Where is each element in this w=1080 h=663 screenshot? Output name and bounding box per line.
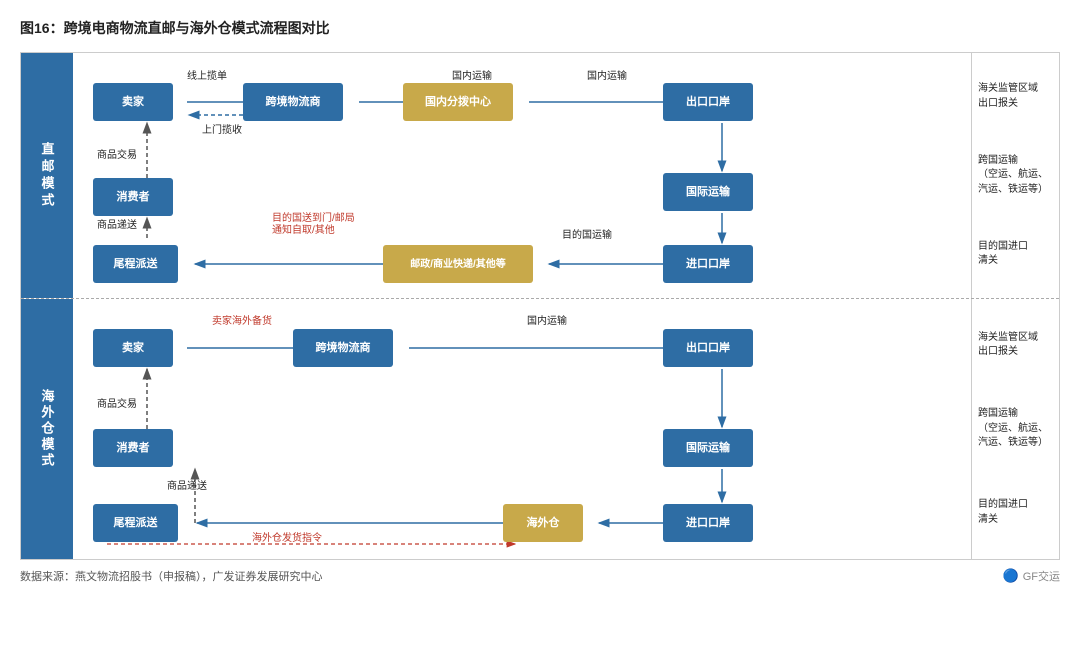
- box-import-port-2: 进口口岸: [663, 504, 753, 542]
- ann-dest-customs-1: 目的国进口 清关: [978, 240, 1053, 269]
- section-overseas-warehouse: 海外仓模式: [21, 299, 1059, 559]
- svg-text:通知自取/其他: 通知自取/其他: [272, 223, 335, 236]
- ann-dest-customs-2: 目的国进口 清关: [978, 498, 1053, 527]
- svg-text:上门揽收: 上门揽收: [202, 123, 242, 136]
- box-consumer-1: 消费者: [93, 178, 173, 216]
- box-seller-2: 卖家: [93, 329, 173, 367]
- box-overseas-warehouse: 海外仓: [503, 504, 583, 542]
- svg-text:商品交易: 商品交易: [97, 397, 137, 410]
- svg-text:商品递送: 商品递送: [167, 479, 207, 492]
- ann-cross-border-2: 跨国运输 （空运、航运、 汽运、铁运等）: [978, 407, 1053, 451]
- box-export-port-2: 出口口岸: [663, 329, 753, 367]
- watermark: 🔵 GF交运: [1003, 568, 1060, 584]
- data-source: 数据来源：燕文物流招股书（申报稿），广发证券发展研究中心: [20, 568, 323, 584]
- box-last-mile-1: 尾程派送: [93, 245, 178, 283]
- section-direct-mail: 直邮模式: [21, 53, 1059, 299]
- page-container: 图16：跨境电商物流直邮与海外仓模式流程图对比 直邮模式: [0, 0, 1080, 663]
- section2-content: 卖家海外备货 国内运输 商品交易 商品递送 海外仓发货指令 卖家 跨境物流商 出…: [73, 299, 971, 559]
- box-distribution-1: 国内分拨中心: [403, 83, 513, 121]
- box-intl-transport-2: 国际运输: [663, 429, 753, 467]
- svg-text:线上揽单: 线上揽单: [187, 69, 227, 82]
- box-last-mile-2: 尾程派送: [93, 504, 178, 542]
- footer: 数据来源：燕文物流招股书（申报稿），广发证券发展研究中心 🔵 GF交运: [20, 568, 1060, 584]
- ann-customs-zone-1: 海关监管区域 出口报关: [978, 82, 1053, 111]
- box-consumer-2: 消费者: [93, 429, 173, 467]
- ann-customs-zone-2: 海关监管区域 出口报关: [978, 331, 1053, 360]
- right-annotations-2: 海关监管区域 出口报关 跨国运输 （空运、航运、 汽运、铁运等） 目的国进口 清…: [971, 299, 1059, 559]
- ann-cross-border-1: 跨国运输 （空运、航运、 汽运、铁运等）: [978, 154, 1053, 198]
- box-import-port-1: 进口口岸: [663, 245, 753, 283]
- svg-text:目的国送到门/邮局: 目的国送到门/邮局: [272, 211, 355, 224]
- watermark-icon: 🔵: [1003, 568, 1019, 584]
- watermark-text: GF交运: [1023, 568, 1060, 584]
- section-label-direct: 直邮模式: [21, 53, 73, 298]
- svg-text:国内运输: 国内运输: [527, 314, 567, 327]
- box-logistics-1: 跨境物流商: [243, 83, 343, 121]
- diagram-area: 直邮模式: [20, 52, 1060, 560]
- box-export-port-1: 出口口岸: [663, 83, 753, 121]
- section-label-overseas: 海外仓模式: [21, 299, 73, 559]
- svg-text:卖家海外备货: 卖家海外备货: [212, 314, 272, 327]
- svg-text:目的国运输: 目的国运输: [562, 228, 612, 241]
- section1-content: 线上揽单 国内运输 国内运输 上门揽收 商品交易 商品递送 目的国运输 目的国送…: [73, 53, 971, 298]
- page-title: 图16：跨境电商物流直邮与海外仓模式流程图对比: [20, 18, 1060, 38]
- svg-text:海外仓发货指令: 海外仓发货指令: [252, 531, 322, 544]
- svg-text:商品递送: 商品递送: [97, 218, 137, 231]
- right-annotations-1: 海关监管区域 出口报关 跨国运输 （空运、航运、 汽运、铁运等） 目的国进口 清…: [971, 53, 1059, 298]
- svg-text:商品交易: 商品交易: [97, 148, 137, 161]
- box-logistics-2: 跨境物流商: [293, 329, 393, 367]
- box-seller-1: 卖家: [93, 83, 173, 121]
- box-postal-1: 邮政/商业快递/其他等: [383, 245, 533, 283]
- svg-text:国内运输: 国内运输: [587, 69, 627, 82]
- box-intl-transport-1: 国际运输: [663, 173, 753, 211]
- svg-text:国内运输: 国内运输: [452, 69, 492, 82]
